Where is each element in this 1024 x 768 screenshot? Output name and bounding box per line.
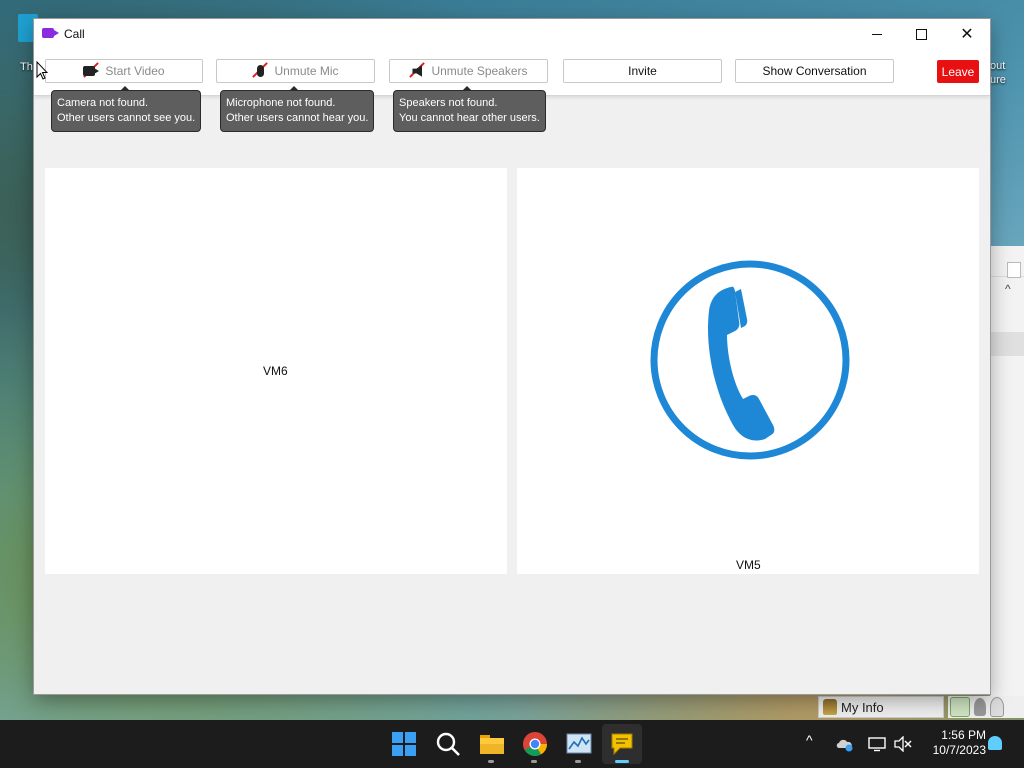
file-explorer-icon[interactable] bbox=[478, 730, 506, 758]
call-toolbar: Start Video Unmute Mic Unmute Speakers I… bbox=[34, 49, 990, 96]
unmute-speakers-button[interactable]: Unmute Speakers bbox=[389, 59, 548, 83]
invite-button[interactable]: Invite bbox=[563, 59, 722, 83]
user-card-icon bbox=[823, 699, 837, 715]
mouse-cursor-icon bbox=[36, 61, 48, 80]
camera-tooltip-line1: Camera not found. bbox=[57, 97, 149, 109]
show-conversation-label: Show Conversation bbox=[762, 64, 867, 78]
clock-time: 1:56 PM bbox=[941, 728, 986, 742]
chat-app-active-indicator bbox=[615, 760, 629, 763]
my-info-label: My Info bbox=[841, 699, 884, 715]
start-video-label: Start Video bbox=[105, 64, 165, 78]
leave-button[interactable]: Leave bbox=[937, 60, 979, 83]
status-icons bbox=[948, 696, 1024, 718]
start-video-button[interactable]: Start Video bbox=[45, 59, 203, 83]
resource-monitor-icon[interactable] bbox=[565, 730, 593, 758]
speakers-tooltip-line1: Speakers not found. bbox=[399, 97, 498, 109]
maximize-button[interactable] bbox=[898, 19, 944, 49]
leave-label: Leave bbox=[941, 64, 975, 79]
chrome-running-indicator bbox=[531, 760, 537, 763]
desktop-text-fragment-2: ure bbox=[990, 74, 1006, 86]
minimize-button[interactable] bbox=[854, 19, 900, 49]
participant-tile[interactable]: VM5 bbox=[517, 168, 979, 574]
microphone-tooltip-line1: Microphone not found. bbox=[226, 97, 336, 109]
unmute-speakers-label: Unmute Speakers bbox=[431, 64, 528, 78]
my-info-bar[interactable]: My Info bbox=[818, 696, 944, 718]
microphone-off-icon bbox=[252, 64, 268, 78]
camera-off-icon bbox=[83, 64, 100, 78]
user-icon[interactable] bbox=[974, 698, 986, 716]
user-offline-icon[interactable] bbox=[990, 697, 1004, 717]
chevron-up-icon[interactable]: ^ bbox=[1005, 282, 1011, 296]
onedrive-icon[interactable] bbox=[836, 736, 854, 752]
participant-name: VM5 bbox=[736, 558, 761, 572]
close-icon: ✕ bbox=[960, 26, 974, 43]
speaker-off-icon bbox=[409, 64, 425, 78]
background-window-square-icon[interactable] bbox=[1007, 262, 1021, 278]
desktop-text-fragment-1: out bbox=[990, 60, 1006, 72]
participant-tile[interactable]: VM6 bbox=[45, 168, 507, 574]
background-window-row bbox=[991, 252, 1024, 278]
chat-app-icon[interactable] bbox=[608, 730, 636, 758]
call-window: Call ✕ Start Video Unmute Mic Unmute Spe… bbox=[34, 19, 990, 694]
close-button[interactable]: ✕ bbox=[944, 19, 990, 49]
camera-tooltip-line2: Other users cannot see you. bbox=[57, 112, 196, 124]
microphone-tooltip-line2: Other users cannot hear you. bbox=[226, 112, 369, 124]
volume-muted-icon[interactable] bbox=[894, 736, 912, 752]
file-explorer-running-indicator bbox=[488, 760, 494, 763]
display-icon[interactable] bbox=[868, 736, 886, 752]
show-conversation-button[interactable]: Show Conversation bbox=[735, 59, 894, 83]
microphone-tooltip: Microphone not found. Other users cannot… bbox=[220, 86, 375, 132]
clock-date: 10/7/2023 bbox=[932, 743, 986, 757]
chrome-icon[interactable] bbox=[521, 730, 549, 758]
resource-monitor-running-indicator bbox=[575, 760, 581, 763]
unmute-mic-button[interactable]: Unmute Mic bbox=[216, 59, 375, 83]
video-camera-icon bbox=[42, 28, 59, 38]
background-window-selected-row[interactable] bbox=[991, 332, 1024, 356]
search-icon[interactable] bbox=[434, 730, 462, 758]
camera-tooltip: Camera not found. Other users cannot see… bbox=[51, 86, 202, 132]
system-clock[interactable]: 1:56 PM 10/7/2023 bbox=[920, 728, 986, 758]
phone-icon bbox=[650, 260, 850, 460]
title-bar[interactable]: Call ✕ bbox=[34, 19, 990, 49]
minimize-icon bbox=[872, 33, 882, 35]
window-title: Call bbox=[64, 27, 85, 41]
background-window: ^ bbox=[990, 246, 1024, 696]
desktop-shortcut-label[interactable]: Th bbox=[20, 61, 33, 73]
unmute-mic-label: Unmute Mic bbox=[274, 64, 339, 78]
maximize-icon bbox=[915, 28, 927, 40]
notification-bell-icon[interactable] bbox=[988, 736, 1002, 750]
speakers-tooltip-line2: You cannot hear other users. bbox=[399, 112, 540, 124]
user-online-icon[interactable] bbox=[950, 697, 970, 717]
speakers-tooltip: Speakers not found. You cannot hear othe… bbox=[393, 86, 546, 132]
participant-name: VM6 bbox=[263, 364, 288, 378]
invite-label: Invite bbox=[628, 64, 657, 78]
chevron-up-icon[interactable]: ^ bbox=[806, 732, 813, 748]
start-icon[interactable] bbox=[390, 730, 418, 758]
